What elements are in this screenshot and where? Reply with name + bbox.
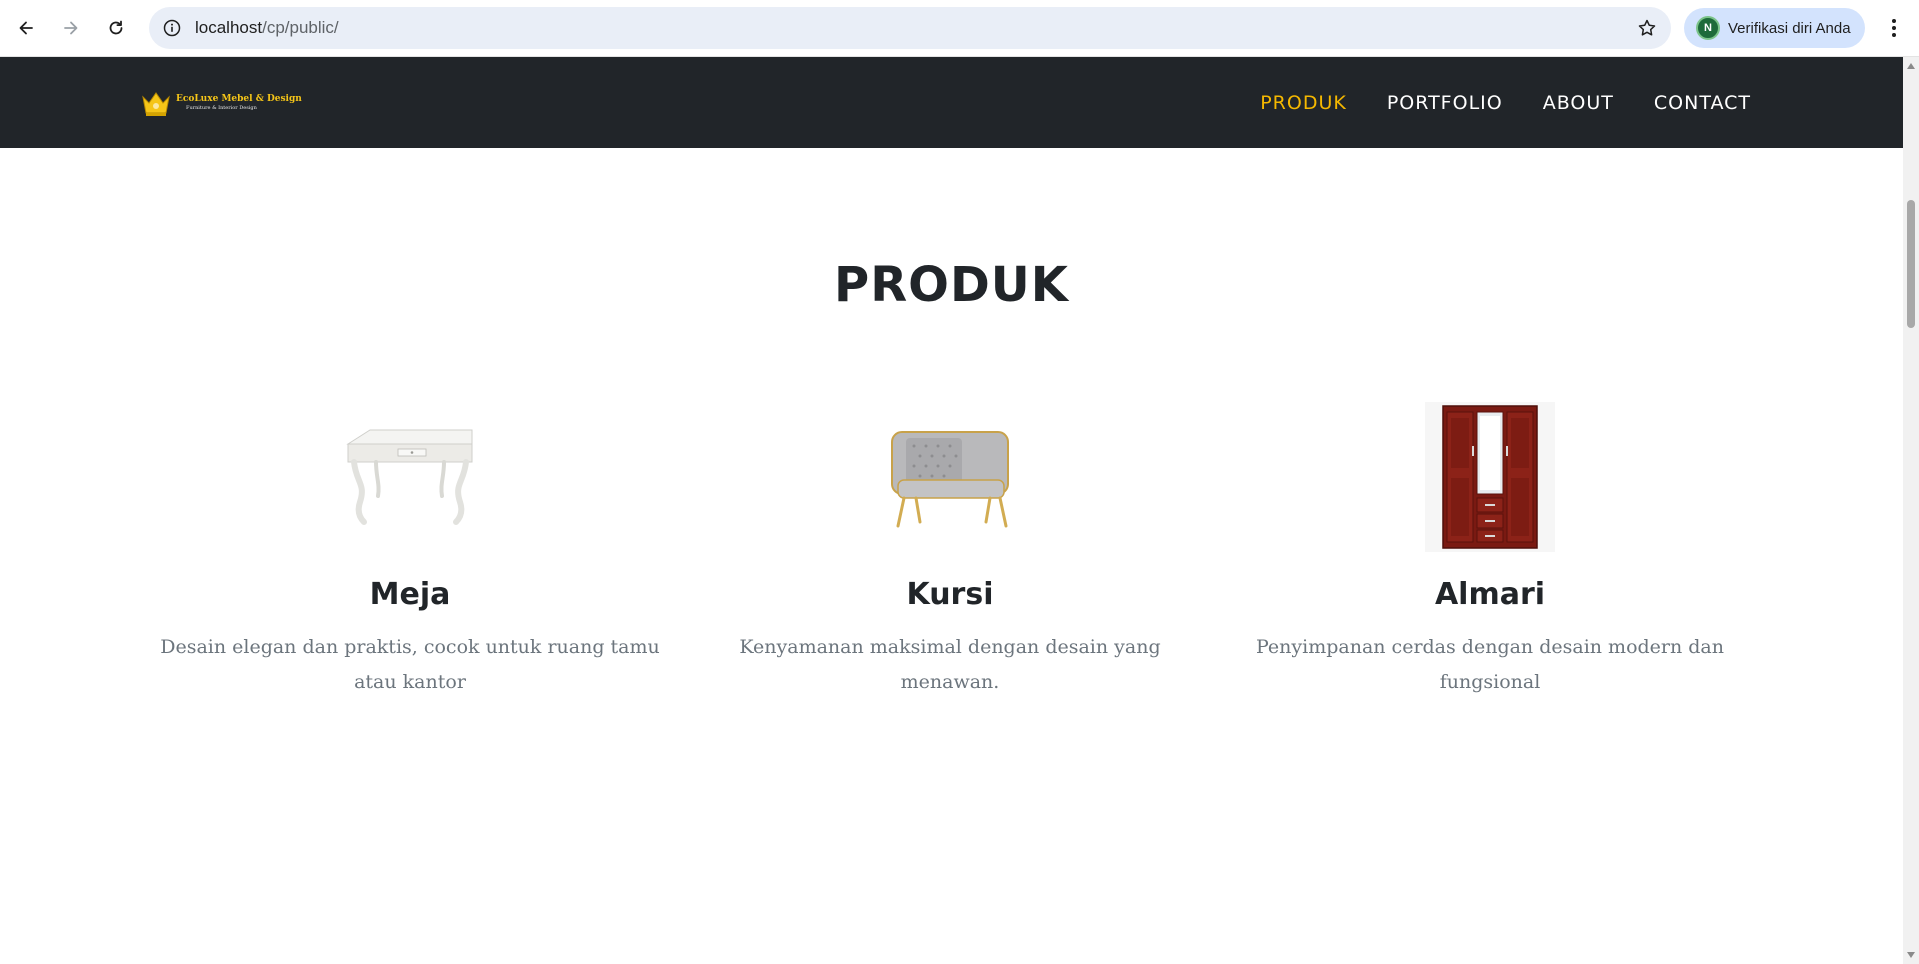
section-title: PRODUK <box>834 257 1069 313</box>
browser-menu-button[interactable] <box>1880 14 1908 42</box>
forward-button[interactable] <box>53 10 89 46</box>
url-path: /cp/public/ <box>262 18 339 37</box>
armchair-image <box>870 397 1030 557</box>
product-description: Desain elegan dan praktis, cocok untuk r… <box>160 636 660 693</box>
scrollbar-thumb[interactable] <box>1907 200 1915 328</box>
more-vertical-icon <box>1892 19 1896 37</box>
back-button[interactable] <box>8 10 44 46</box>
product-name: Kursi <box>906 577 994 612</box>
product-name: Almari <box>1434 577 1546 612</box>
nav-link-portfolio[interactable]: PORTFOLIO <box>1387 92 1503 114</box>
browser-toolbar: localhost/cp/public/ N Verifikasi diri A… <box>0 0 1919 57</box>
crown-logo-icon <box>142 92 170 116</box>
profile-label: Verifikasi diri Anda <box>1728 19 1851 37</box>
nav-link-about[interactable]: ABOUT <box>1543 92 1614 114</box>
scroll-up-arrow-icon[interactable] <box>1906 61 1916 71</box>
product-name: Meja <box>369 577 451 612</box>
nav-links: PRODUK PORTFOLIO ABOUT CONTACT <box>1220 57 1751 148</box>
product-description: Penyimpanan cerdas dengan desain modern … <box>1255 636 1724 693</box>
scroll-down-arrow-icon[interactable] <box>1906 950 1916 960</box>
page-scrollbar[interactable] <box>1903 57 1919 964</box>
url-text[interactable]: localhost/cp/public/ <box>195 7 339 49</box>
reload-icon <box>109 20 123 35</box>
profile-button[interactable]: N Verifikasi diri Anda <box>1684 8 1865 48</box>
site-info-icon[interactable] <box>161 17 183 39</box>
product-card: Almari Penyimpanan cerdas dengan desain … <box>1220 397 1760 700</box>
url-host: localhost <box>195 18 263 37</box>
brand-logo[interactable]: EcoLuxe Mebel & Design Furniture & Inter… <box>140 87 302 119</box>
product-grid: Meja Desain elegan dan praktis, cocok un… <box>140 397 1762 700</box>
page-viewport: EcoLuxe Mebel & Design Furniture & Inter… <box>0 57 1903 964</box>
bookmark-star-icon[interactable] <box>1635 16 1659 40</box>
site-navbar: EcoLuxe Mebel & Design Furniture & Inter… <box>0 57 1903 148</box>
nav-link-produk[interactable]: PRODUK <box>1260 92 1347 114</box>
table-image <box>330 397 490 557</box>
brand-tagline: Furniture & Interior Design <box>186 105 257 111</box>
arrow-left-icon <box>19 21 33 35</box>
nav-link-contact[interactable]: CONTACT <box>1654 92 1751 114</box>
product-card: Meja Desain elegan dan praktis, cocok un… <box>140 397 680 700</box>
address-bar[interactable]: localhost/cp/public/ <box>149 7 1671 49</box>
reload-button[interactable] <box>98 10 134 46</box>
product-card: Kursi Kenyamanan maksimal dengan desain … <box>680 397 1220 700</box>
arrow-right-icon <box>64 21 78 35</box>
brand-name: EcoLuxe Mebel & Design <box>176 94 302 104</box>
avatar: N <box>1696 16 1720 40</box>
wardrobe-image <box>1410 397 1570 557</box>
product-description: Kenyamanan maksimal dengan desain yang m… <box>739 636 1161 693</box>
